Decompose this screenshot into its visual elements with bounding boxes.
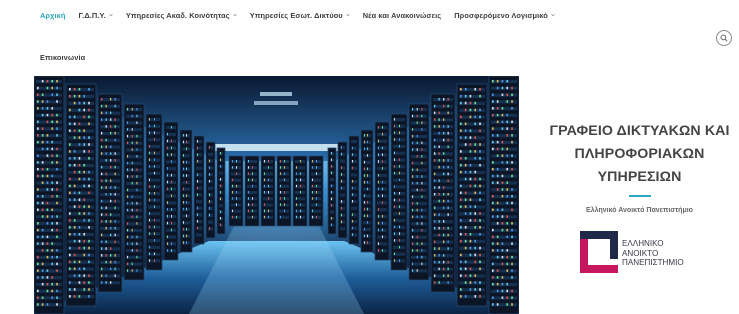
office-title-line: ΠΛΗΡΟΦΟΡΙΑΚΩΝ bbox=[574, 146, 705, 162]
office-info-panel: ΓΡΑΦΕΙΟ ΔΙΚΤΥΑΚΩΝ ΚΑΙ ΠΛΗΡΟΦΟΡΙΑΚΩΝ ΥΠΗΡ… bbox=[540, 120, 739, 214]
chevron-down-icon bbox=[109, 13, 113, 16]
office-title-line: ΥΠΗΡΕΣΙΩΝ bbox=[597, 169, 682, 185]
top-navigation: Αρχική Γ.Δ.Π.Υ. Υπηρεσίες Ακαδ. Κοινότητ… bbox=[0, 0, 739, 70]
logo-text-line: ΕΛΛΗΝΙΚΟ bbox=[622, 239, 664, 248]
hero-image bbox=[34, 76, 519, 314]
nav-item-academic-services[interactable]: Υπηρεσίες Ακαδ. Κοινότητας bbox=[126, 11, 237, 20]
logo-text-line: ΑΝΟΙΚΤΟ bbox=[622, 248, 659, 258]
logo-mark-icon bbox=[580, 231, 618, 273]
nav-item-label: Προσφερόμενο Λογισμικό bbox=[454, 11, 548, 20]
university-logo[interactable]: ΕΛΛΗΝΙΚΟ ΑΝΟΙΚΤΟ ΠΑΝΕΠΙΣΤΗΜΙΟ bbox=[578, 229, 698, 275]
office-title-line: ΓΡΑΦΕΙΟ ΔΙΚΤΥΑΚΩΝ ΚΑΙ bbox=[549, 123, 730, 139]
nav-menu: Αρχική Γ.Δ.Π.Υ. Υπηρεσίες Ακαδ. Κοινότητ… bbox=[40, 11, 568, 20]
nav-item-label: Γ.Δ.Π.Υ. bbox=[78, 11, 106, 20]
chevron-down-icon bbox=[551, 13, 555, 16]
nav-item-software[interactable]: Προσφερόμενο Λογισμικό bbox=[454, 11, 555, 20]
nav-item-label: Υπηρεσίες Ακαδ. Κοινότητας bbox=[125, 11, 230, 20]
title-divider bbox=[628, 195, 651, 197]
chevron-down-icon bbox=[232, 13, 237, 16]
search-icon bbox=[720, 34, 728, 42]
nav-item-home[interactable]: Αρχική bbox=[40, 11, 65, 20]
search-button[interactable] bbox=[716, 30, 732, 46]
chevron-down-icon bbox=[346, 13, 350, 16]
nav-item-label: Νέα και Ανακοινώσεις bbox=[362, 11, 442, 20]
logo-text-line: ΠΑΝΕΠΙΣΤΗΜΙΟ bbox=[622, 258, 684, 268]
nav-item-label: Αρχική bbox=[40, 11, 66, 20]
server-room-image bbox=[34, 76, 519, 314]
nav-item-internal-network-services[interactable]: Υπηρεσίες Εσωτ. Δικτύου bbox=[250, 11, 350, 20]
nav-item-contact[interactable]: Επικοινωνία bbox=[40, 53, 85, 62]
logo-text: ΕΛΛΗΝΙΚΟ ΑΝΟΙΚΤΟ ΠΑΝΕΠΙΣΤΗΜΙΟ bbox=[622, 239, 684, 268]
university-subtitle: Ελληνικό Ανοικτό Πανεπιστήμιο bbox=[586, 207, 693, 214]
nav-item-label: Επικοινωνία bbox=[40, 53, 86, 62]
office-title: ΓΡΑΦΕΙΟ ΔΙΚΤΥΑΚΩΝ ΚΑΙ ΠΛΗΡΟΦΟΡΙΑΚΩΝ ΥΠΗΡ… bbox=[540, 120, 739, 189]
nav-item-news[interactable]: Νέα και Ανακοινώσεις bbox=[363, 11, 442, 20]
nav-item-gdpy[interactable]: Γ.Δ.Π.Υ. bbox=[78, 11, 113, 20]
nav-item-label: Υπηρεσίες Εσωτ. Δικτύου bbox=[249, 11, 343, 20]
